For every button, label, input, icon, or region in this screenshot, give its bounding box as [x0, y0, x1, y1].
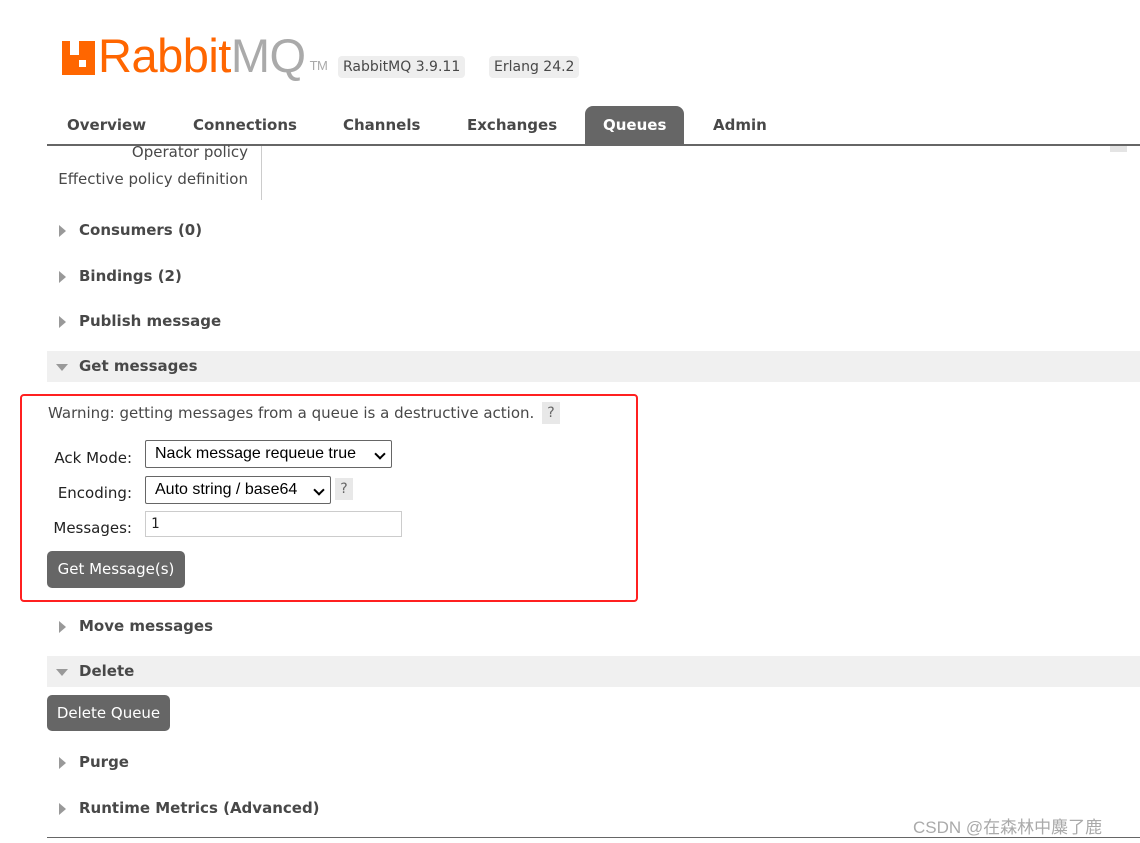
warning-text: Warning: getting messages from a queue i… [48, 404, 535, 422]
messages-label: Messages: [53, 519, 132, 537]
collapse-icon [56, 669, 68, 676]
ack-mode-label: Ack Mode: [54, 449, 132, 467]
erlang-badge: Erlang 24.2 [489, 56, 580, 78]
messages-input[interactable]: 1 [145, 511, 402, 537]
section-delete[interactable]: Delete [47, 656, 1140, 687]
get-messages-button[interactable]: Get Message(s) [47, 551, 185, 588]
tab-overview[interactable]: Overview [49, 106, 164, 145]
expand-icon [59, 621, 66, 633]
tab-exchanges[interactable]: Exchanges [449, 106, 575, 145]
version-badge: RabbitMQ 3.9.11 [338, 56, 466, 78]
section-bindings[interactable]: Bindings (2) [47, 261, 1140, 292]
expand-icon [59, 757, 66, 769]
watermark: CSDN @在森林中麋了鹿 [913, 818, 1103, 837]
help-icon[interactable] [1110, 146, 1127, 152]
expand-icon [59, 803, 66, 815]
chevron-down-icon [313, 484, 325, 496]
effective-policy-label: Effective policy definition [58, 170, 248, 188]
delete-queue-button[interactable]: Delete Queue [47, 695, 170, 731]
section-move-messages[interactable]: Move messages [47, 611, 1140, 642]
section-purge[interactable]: Purge [47, 747, 1140, 778]
section-publish-message[interactable]: Publish message [47, 306, 1140, 337]
section-get-messages[interactable]: Get messages [47, 351, 1140, 382]
expand-icon [59, 225, 66, 237]
expand-icon [59, 271, 66, 283]
encoding-select[interactable]: Auto string / base64 [145, 476, 331, 504]
tab-connections[interactable]: Connections [175, 106, 315, 145]
ack-mode-select[interactable]: Nack message requeue true [145, 440, 392, 468]
collapse-icon [56, 364, 68, 371]
help-icon[interactable]: ? [335, 478, 353, 500]
rabbit-logo-icon [62, 41, 95, 75]
help-icon[interactable]: ? [542, 402, 560, 424]
section-consumers[interactable]: Consumers (0) [47, 215, 1140, 246]
tab-admin[interactable]: Admin [695, 106, 785, 145]
tab-queues[interactable]: Queues [585, 106, 685, 145]
expand-icon [59, 316, 66, 328]
operator-policy-label: Operator policy [131, 143, 248, 161]
rabbitmq-logo[interactable]: Rabbit MQ TM [62, 28, 328, 83]
details-divider [261, 146, 262, 200]
chevron-down-icon [374, 448, 386, 460]
tab-channels[interactable]: Channels [325, 106, 438, 145]
encoding-label: Encoding: [57, 484, 132, 502]
